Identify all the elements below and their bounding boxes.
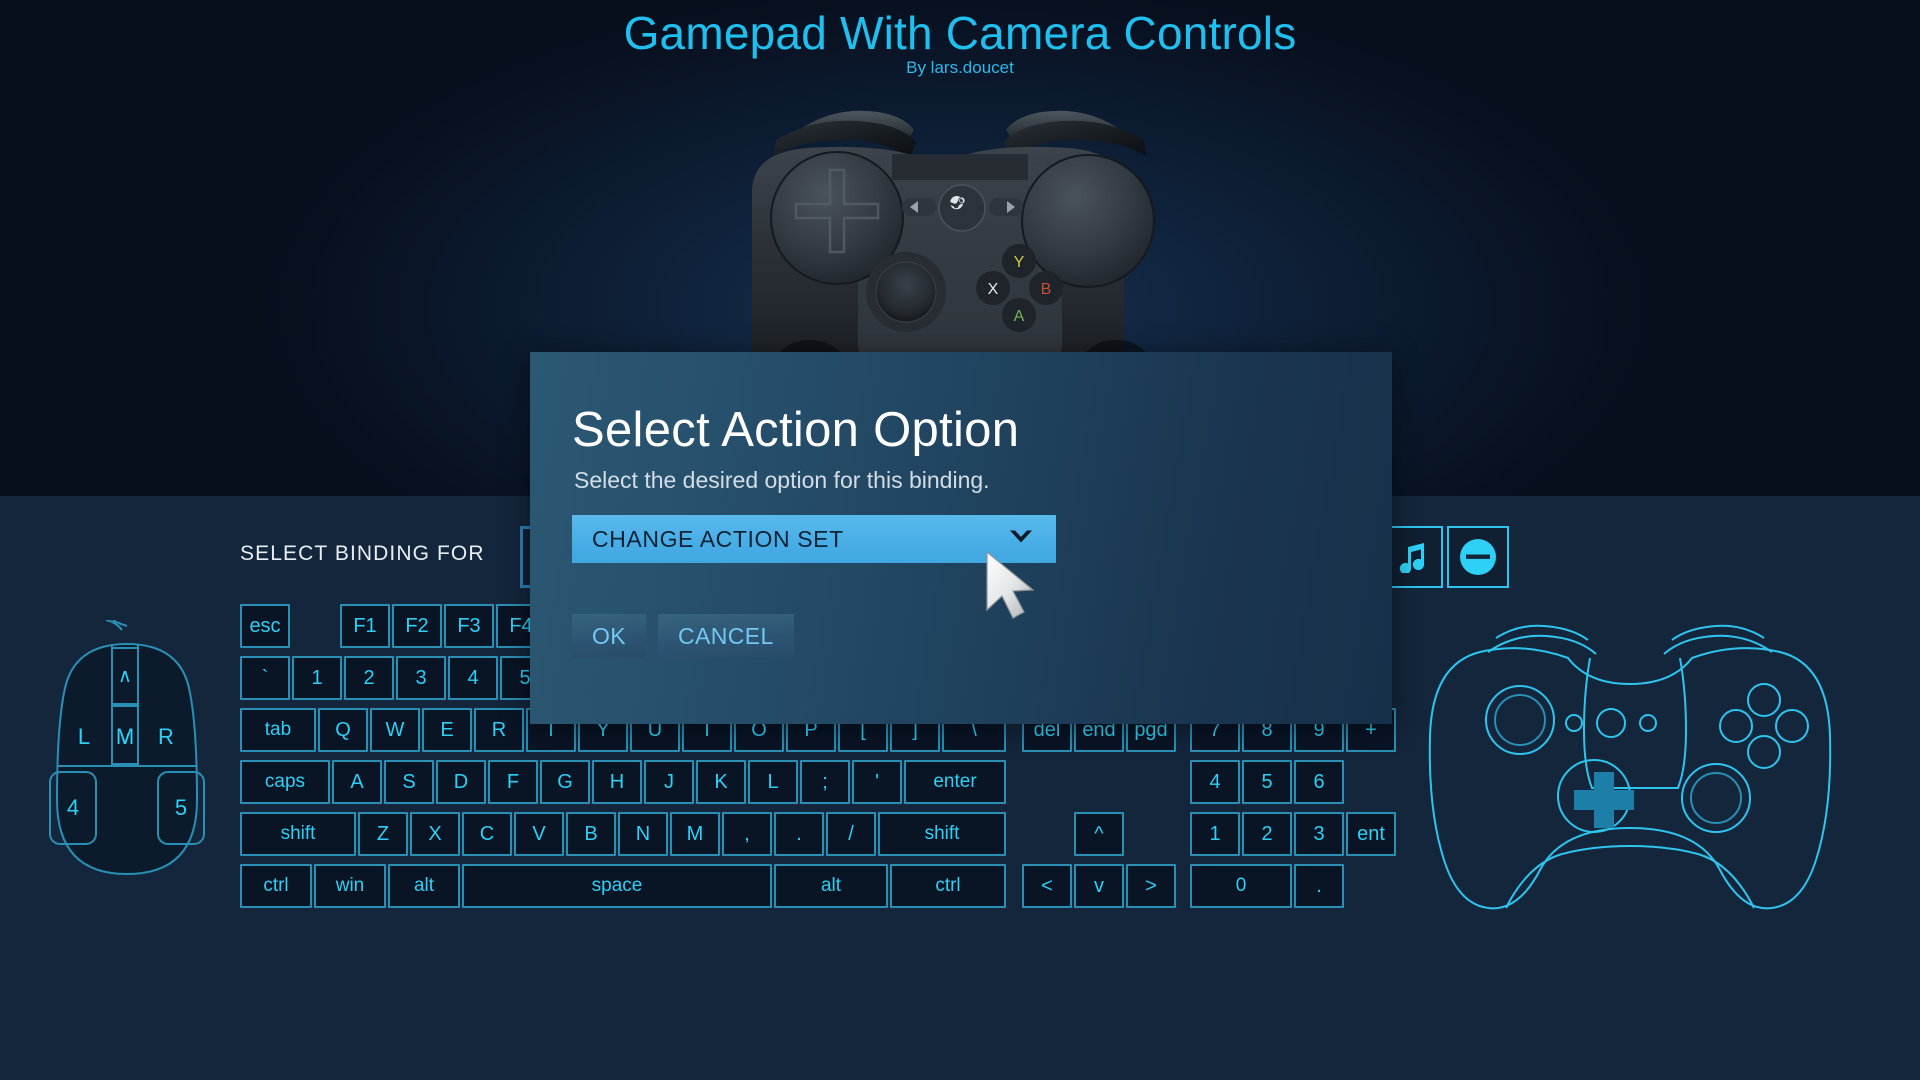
key-4-3[interactable]: C: [462, 812, 512, 856]
action-option-value: CHANGE ACTION SET: [592, 525, 844, 552]
numpad-key-8[interactable]: 2: [1242, 812, 1292, 856]
key-3-4[interactable]: F: [488, 760, 538, 804]
key-3-9[interactable]: L: [748, 760, 798, 804]
key-3-0[interactable]: caps: [240, 760, 330, 804]
key-4-2[interactable]: X: [410, 812, 460, 856]
numpad-key-10[interactable]: ent: [1346, 812, 1396, 856]
svg-text:Y: Y: [1014, 254, 1025, 271]
key-3-8[interactable]: K: [696, 760, 746, 804]
ok-button[interactable]: OK: [572, 614, 647, 658]
key-2-3[interactable]: E: [422, 708, 472, 752]
numpad-key-5[interactable]: 5: [1242, 760, 1292, 804]
key-1-3[interactable]: 3: [396, 656, 446, 700]
numpad-key-9[interactable]: 3: [1294, 812, 1344, 856]
key-0-0[interactable]: esc: [240, 604, 290, 648]
gamepad-diagram: [1424, 608, 1836, 938]
cancel-button[interactable]: CANCEL: [658, 614, 794, 658]
key-4-1[interactable]: Z: [358, 812, 408, 856]
mouse-wheel-up[interactable]: ∧: [112, 650, 138, 702]
mouse-button-5[interactable]: 5: [158, 772, 204, 844]
mouse-button-4[interactable]: 4: [50, 772, 96, 844]
key-2-0[interactable]: tab: [240, 708, 316, 752]
key-1-1[interactable]: 1: [292, 656, 342, 700]
key-5-0[interactable]: ctrl: [240, 864, 312, 908]
key-5-3[interactable]: space: [462, 864, 772, 908]
key-5-5[interactable]: ctrl: [890, 864, 1006, 908]
app-root: Gamepad With Camera Controls By lars.dou…: [0, 0, 1920, 1080]
mouse-button-left[interactable]: L: [58, 708, 110, 766]
key-0-1[interactable]: F1: [340, 604, 390, 648]
numpad-key-4[interactable]: 4: [1190, 760, 1240, 804]
key-4-5[interactable]: B: [566, 812, 616, 856]
key-3-2[interactable]: S: [384, 760, 434, 804]
svg-text:B: B: [1041, 281, 1052, 298]
nav-key-4[interactable]: <: [1022, 864, 1072, 908]
key-5-1[interactable]: win: [314, 864, 386, 908]
nav-key-5[interactable]: v: [1074, 864, 1124, 908]
key-4-9[interactable]: .: [774, 812, 824, 856]
svg-text:A: A: [1014, 308, 1025, 325]
key-3-3[interactable]: D: [436, 760, 486, 804]
select-action-option-dialog: Select Action Option Select the desired …: [530, 352, 1392, 724]
key-2-2[interactable]: W: [370, 708, 420, 752]
key-5-4[interactable]: alt: [774, 864, 888, 908]
key-3-11[interactable]: ': [852, 760, 902, 804]
numpad-key-7[interactable]: 1: [1190, 812, 1240, 856]
key-4-0[interactable]: shift: [240, 812, 356, 856]
dialog-actions: OK CANCEL: [572, 614, 794, 658]
key-3-6[interactable]: H: [592, 760, 642, 804]
key-4-8[interactable]: ,: [722, 812, 772, 856]
key-4-6[interactable]: N: [618, 812, 668, 856]
numpad-key-11[interactable]: 0: [1190, 864, 1292, 908]
remove-circle-icon[interactable]: [1447, 526, 1509, 588]
mouse-button-right[interactable]: R: [140, 708, 192, 766]
key-3-7[interactable]: J: [644, 760, 694, 804]
mouse-wheel-down[interactable]: ∨: [112, 712, 138, 764]
numpad-key-12[interactable]: .: [1294, 864, 1344, 908]
select-binding-label: SELECT BINDING FOR: [240, 542, 485, 565]
key-1-2[interactable]: 2: [344, 656, 394, 700]
key-2-1[interactable]: Q: [318, 708, 368, 752]
key-2-4[interactable]: R: [474, 708, 524, 752]
action-option-dropdown[interactable]: CHANGE ACTION SET: [572, 515, 1056, 563]
page-author: By lars.doucet: [906, 58, 1014, 77]
svg-text:X: X: [988, 281, 999, 298]
key-4-7[interactable]: M: [670, 812, 720, 856]
key-5-2[interactable]: alt: [388, 864, 460, 908]
page-title: Gamepad With Camera Controls: [623, 7, 1297, 59]
dialog-subtitle: Select the desired option for this bindi…: [574, 467, 990, 493]
key-4-10[interactable]: /: [826, 812, 876, 856]
key-0-3[interactable]: F3: [444, 604, 494, 648]
nav-key-6[interactable]: >: [1126, 864, 1176, 908]
key-3-10[interactable]: ;: [800, 760, 850, 804]
key-3-1[interactable]: A: [332, 760, 382, 804]
key-1-0[interactable]: `: [240, 656, 290, 700]
dialog-title: Select Action Option: [572, 403, 1020, 457]
key-0-2[interactable]: F2: [392, 604, 442, 648]
key-3-12[interactable]: enter: [904, 760, 1006, 804]
mouse-diagram: L M R ∧ ∨ 4 5: [34, 619, 220, 920]
numpad-key-6[interactable]: 6: [1294, 760, 1344, 804]
key-1-4[interactable]: 4: [448, 656, 498, 700]
key-4-4[interactable]: V: [514, 812, 564, 856]
nav-key-3[interactable]: ^: [1074, 812, 1124, 856]
key-3-5[interactable]: G: [540, 760, 590, 804]
chevron-down-icon: [1008, 529, 1034, 550]
key-4-11[interactable]: shift: [878, 812, 1006, 856]
